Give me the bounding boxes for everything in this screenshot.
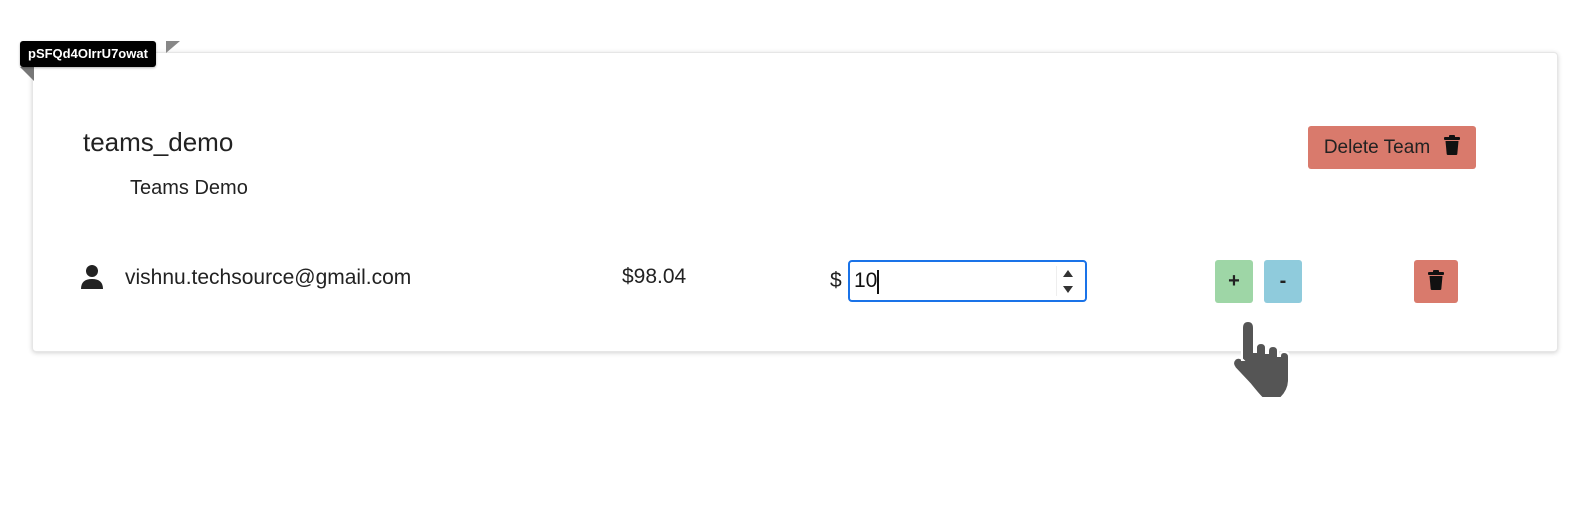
id-tag: pSFQd4OIrrU7owat [20,41,156,67]
amount-input[interactable] [850,262,1054,300]
delete-team-label: Delete Team [1323,136,1431,158]
team-card: teams_demo Teams Demo Delete Team vishnu… [32,52,1558,352]
decrement-button[interactable]: - [1264,260,1302,303]
spin-down-arrow-icon[interactable] [1057,282,1079,296]
team-display-name: Teams Demo [130,177,248,199]
member-row: vishnu.techsource@gmail.com $98.04 $ + - [33,258,1557,306]
increment-button[interactable]: + [1215,260,1253,303]
trash-icon [1428,270,1444,293]
team-name: teams_demo [83,127,234,157]
tag-fold [20,67,34,81]
delete-member-button[interactable] [1414,260,1458,303]
tag-fold [166,41,180,53]
hand-pointer-icon [1228,318,1294,400]
delete-team-button[interactable]: Delete Team [1308,126,1476,169]
member-email: vishnu.techsource@gmail.com [125,266,412,289]
user-icon [81,265,105,291]
spin-up-arrow-icon[interactable] [1057,266,1079,280]
text-caret [877,270,879,294]
amount-input-wrapper [848,260,1087,302]
number-spinner [1056,266,1079,296]
page: pSFQd4OIrrU7owat teams_demo Teams Demo D… [0,0,1596,530]
member-amount: $98.04 [622,265,687,288]
trash-icon [1444,134,1461,161]
currency-symbol: $ [830,269,842,292]
